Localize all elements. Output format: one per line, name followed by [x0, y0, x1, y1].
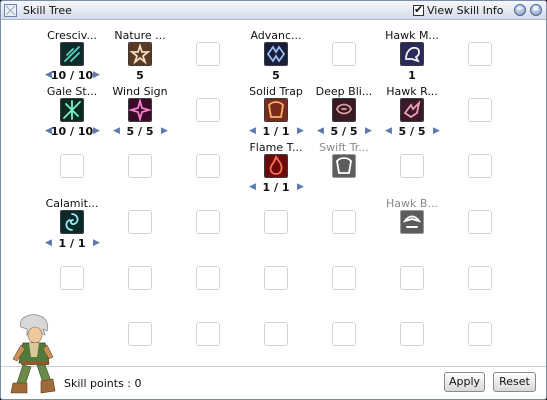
skill-name-nature: Nature ... [114, 29, 166, 42]
empty-skill-slot [128, 322, 152, 346]
empty-skill-slot [196, 154, 220, 178]
wind-sign-icon[interactable] [128, 98, 152, 122]
empty-skill-slot [264, 210, 288, 234]
view-skill-info-toggle[interactable]: ✔ View Skill Info [413, 3, 503, 17]
character-sprite [10, 314, 56, 394]
skill-name-hawk-m: Hawk M... [385, 29, 439, 42]
calamity-gale-icon[interactable] [60, 210, 84, 234]
title-bar[interactable]: Skill Tree ✔ View Skill Info − × [1, 1, 546, 20]
empty-skill-slot [332, 42, 356, 66]
empty-skill-slot [468, 266, 492, 290]
skill-tree-window: Skill Tree ✔ View Skill Info − × Cresciv… [0, 0, 547, 400]
decrease-level-icon[interactable]: ◀ [384, 126, 393, 136]
empty-skill-slot [264, 322, 288, 346]
empty-skill-slot [468, 42, 492, 66]
increase-level-icon[interactable]: ▶ [160, 126, 169, 136]
skill-points-text: Skill points : 0 [64, 377, 142, 390]
increase-level-icon[interactable]: ▶ [92, 70, 101, 80]
increase-level-icon[interactable]: ▶ [92, 238, 101, 248]
empty-skill-slot [264, 266, 288, 290]
empty-skill-slot [332, 210, 356, 234]
skill-name-hawk-r: Hawk R... [386, 85, 438, 98]
nature-friendly-icon[interactable] [128, 42, 152, 66]
decrease-level-icon[interactable]: ◀ [44, 126, 53, 136]
empty-skill-slot [400, 322, 424, 346]
swift-trap-icon[interactable] [332, 154, 356, 178]
empty-skill-slot [128, 266, 152, 290]
advanced-trap-icon[interactable] [264, 42, 288, 66]
hawk-rush-icon[interactable] [400, 98, 424, 122]
increase-level-icon[interactable]: ▶ [432, 126, 441, 136]
empty-skill-slot [196, 42, 220, 66]
increase-level-icon[interactable]: ▶ [296, 182, 305, 192]
empty-skill-slot [400, 154, 424, 178]
solid-trap-icon[interactable] [264, 98, 288, 122]
close-icon: × [532, 4, 540, 14]
reset-button[interactable]: Reset [493, 372, 536, 392]
skill-name-advanced: Advanc... [250, 29, 302, 42]
empty-skill-slot [196, 210, 220, 234]
decrease-level-icon[interactable]: ◀ [248, 126, 257, 136]
view-skill-info-checkbox[interactable]: ✔ [413, 3, 424, 16]
decrease-level-icon[interactable]: ◀ [112, 126, 121, 136]
skill-name-wind: Wind Sign [112, 85, 168, 98]
empty-skill-slot [128, 154, 152, 178]
crescive-bolt-icon[interactable] [60, 42, 84, 66]
check-icon: ✔ [414, 3, 424, 16]
empty-skill-slot [60, 266, 84, 290]
empty-skill-slot [468, 98, 492, 122]
empty-skill-slot [196, 98, 220, 122]
empty-skill-slot [60, 154, 84, 178]
increase-level-icon[interactable]: ▶ [296, 126, 305, 136]
empty-skill-slot [128, 210, 152, 234]
empty-skill-slot [468, 154, 492, 178]
skill-name-swift: Swift Tr... [319, 141, 369, 154]
minimize-button[interactable]: − [514, 4, 526, 16]
skill-level-hawk-m: 1 [408, 69, 416, 82]
minimize-icon: − [516, 4, 524, 14]
empty-skill-slot [468, 210, 492, 234]
decrease-level-icon[interactable]: ◀ [44, 238, 53, 248]
apply-button[interactable]: Apply [444, 372, 485, 392]
window-title: Skill Tree [23, 4, 72, 17]
decrease-level-icon[interactable]: ◀ [316, 126, 325, 136]
empty-skill-slot [332, 266, 356, 290]
increase-level-icon[interactable]: ▶ [92, 126, 101, 136]
empty-skill-slot [332, 322, 356, 346]
increase-level-icon[interactable]: ▶ [364, 126, 373, 136]
hawk-boomerang-icon[interactable] [400, 210, 424, 234]
empty-skill-slot [400, 266, 424, 290]
gale-storm-icon[interactable] [60, 98, 84, 122]
skill-name-calamity: Calamit... [45, 197, 99, 210]
skill-level-advanced: 5 [272, 69, 280, 82]
empty-skill-slot [468, 322, 492, 346]
empty-skill-slot [196, 266, 220, 290]
skill-name-hawk-b: Hawk B... [386, 197, 438, 210]
deep-blind-trap-icon[interactable] [332, 98, 356, 122]
close-button[interactable]: × [530, 4, 542, 16]
flame-trap-icon[interactable] [264, 154, 288, 178]
decrease-level-icon[interactable]: ◀ [248, 182, 257, 192]
empty-skill-slot [196, 322, 220, 346]
hawk-mastery-icon[interactable] [400, 42, 424, 66]
decrease-level-icon[interactable]: ◀ [44, 70, 53, 80]
window-icon [4, 4, 17, 17]
skill-level-nature: 5 [136, 69, 144, 82]
view-skill-info-label[interactable]: View Skill Info [427, 4, 503, 17]
